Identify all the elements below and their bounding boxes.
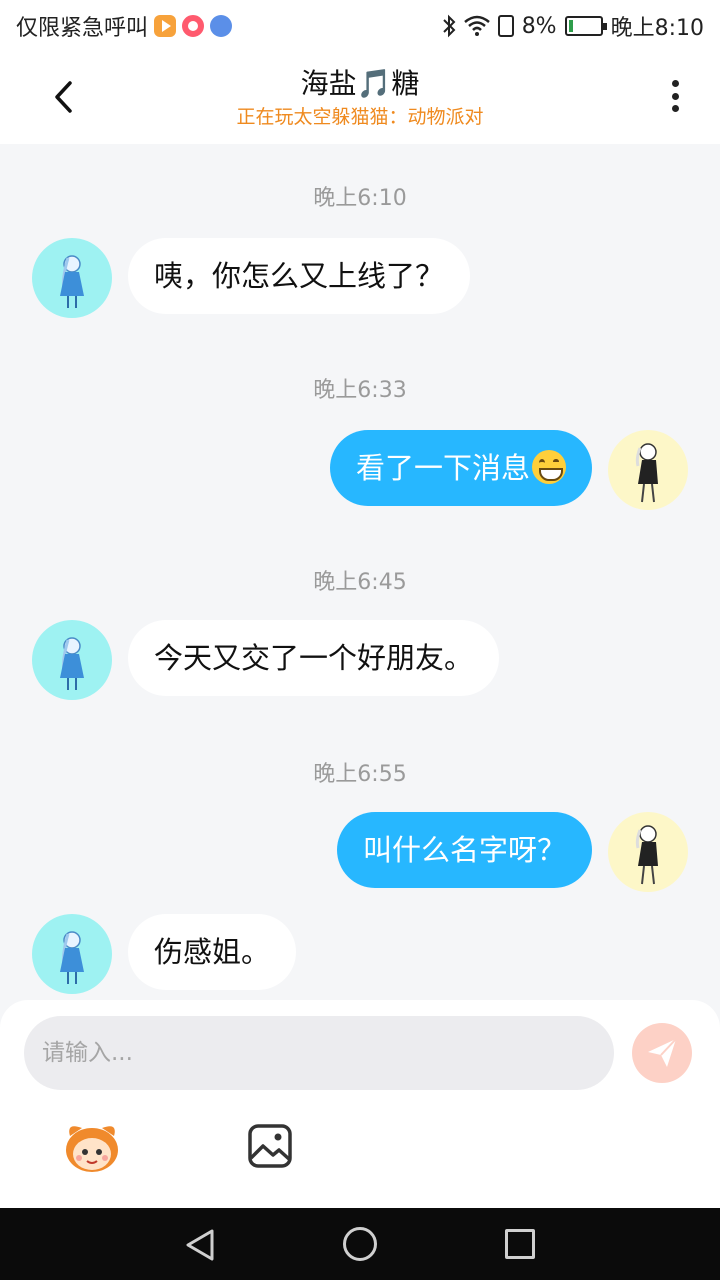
contact-status: 正在玩太空躲猫猫：动物派对 (236, 106, 484, 128)
message-bubble-incoming[interactable]: 咦，你怎么又上线了？ (128, 238, 471, 314)
contact-name: 海盐🎵糖 (300, 67, 420, 100)
battery-percent: 8% (521, 13, 557, 39)
friend-avatar-icon (60, 255, 84, 308)
more-options-button[interactable] (660, 76, 690, 116)
more-dot-icon (671, 105, 679, 112)
chat-header: 海盐🎵糖 正在玩太空躲猫猫：动物派对 (0, 50, 720, 144)
more-dot-icon (671, 92, 679, 100)
image-picker-button[interactable] (246, 1122, 294, 1170)
message-bubble-outgoing[interactable]: 叫什么名字呀？ (336, 812, 592, 888)
send-button[interactable] (632, 1023, 692, 1083)
sim-icon (497, 15, 514, 37)
message-timestamp: 晚上6:10 (313, 186, 407, 211)
battery-level-fill (568, 20, 573, 32)
nav-back-icon[interactable] (184, 1228, 216, 1262)
sticker-button[interactable] (60, 1116, 124, 1176)
bluetooth-icon (442, 14, 456, 38)
friend-avatar[interactable] (32, 238, 112, 318)
browser-app-icon (210, 15, 233, 37)
battery-icon (564, 16, 607, 36)
paper-plane-icon (648, 1038, 677, 1067)
status-left: 仅限紧急呼叫 (16, 10, 233, 42)
message-bubble-incoming[interactable]: 今天又交了一个好朋友。 (128, 620, 500, 696)
my-avatar-icon (635, 443, 658, 503)
status-time: 晚上8:10 (610, 16, 704, 41)
video-app-icon (154, 15, 177, 37)
input-panel (0, 1000, 720, 1208)
message-timestamp: 晚上6:55 (313, 762, 407, 787)
my-avatar-icon (635, 825, 658, 885)
message-timestamp: 晚上6:45 (313, 570, 407, 595)
my-avatar[interactable] (608, 812, 688, 892)
wifi-icon (463, 15, 490, 36)
chat-history[interactable]: 晚上6:10 咦，你怎么又上线了？ 晚上6:33 看了一下消息 晚上6:45 今… (0, 144, 720, 1000)
friend-avatar-icon (60, 931, 84, 984)
message-bubble-outgoing[interactable]: 看了一下消息 (329, 430, 592, 506)
carrier-text: 仅限紧急呼叫 (16, 16, 149, 41)
friend-avatar[interactable] (32, 620, 112, 700)
system-nav-bar (0, 1208, 720, 1280)
more-dot-icon (671, 80, 679, 87)
message-bubble-incoming[interactable]: 伤感姐。 (128, 914, 297, 990)
sticker-mascot-icon (66, 1126, 118, 1172)
message-timestamp: 晚上6:33 (313, 378, 407, 403)
record-app-icon (182, 15, 205, 37)
friend-avatar[interactable] (32, 914, 112, 994)
status-right: 8% 晚上8:10 (442, 10, 704, 42)
grinning-face-emoji-icon (532, 450, 566, 484)
image-icon (248, 1124, 292, 1168)
message-input[interactable] (24, 1016, 614, 1090)
message-text: 看了一下消息 (355, 451, 530, 485)
status-bar: 仅限紧急呼叫 8% 晚上8:10 (0, 0, 720, 50)
nav-recent-apps-icon[interactable] (505, 1229, 535, 1259)
nav-home-icon[interactable] (343, 1227, 377, 1261)
my-avatar[interactable] (608, 430, 688, 510)
friend-avatar-icon (60, 637, 84, 690)
